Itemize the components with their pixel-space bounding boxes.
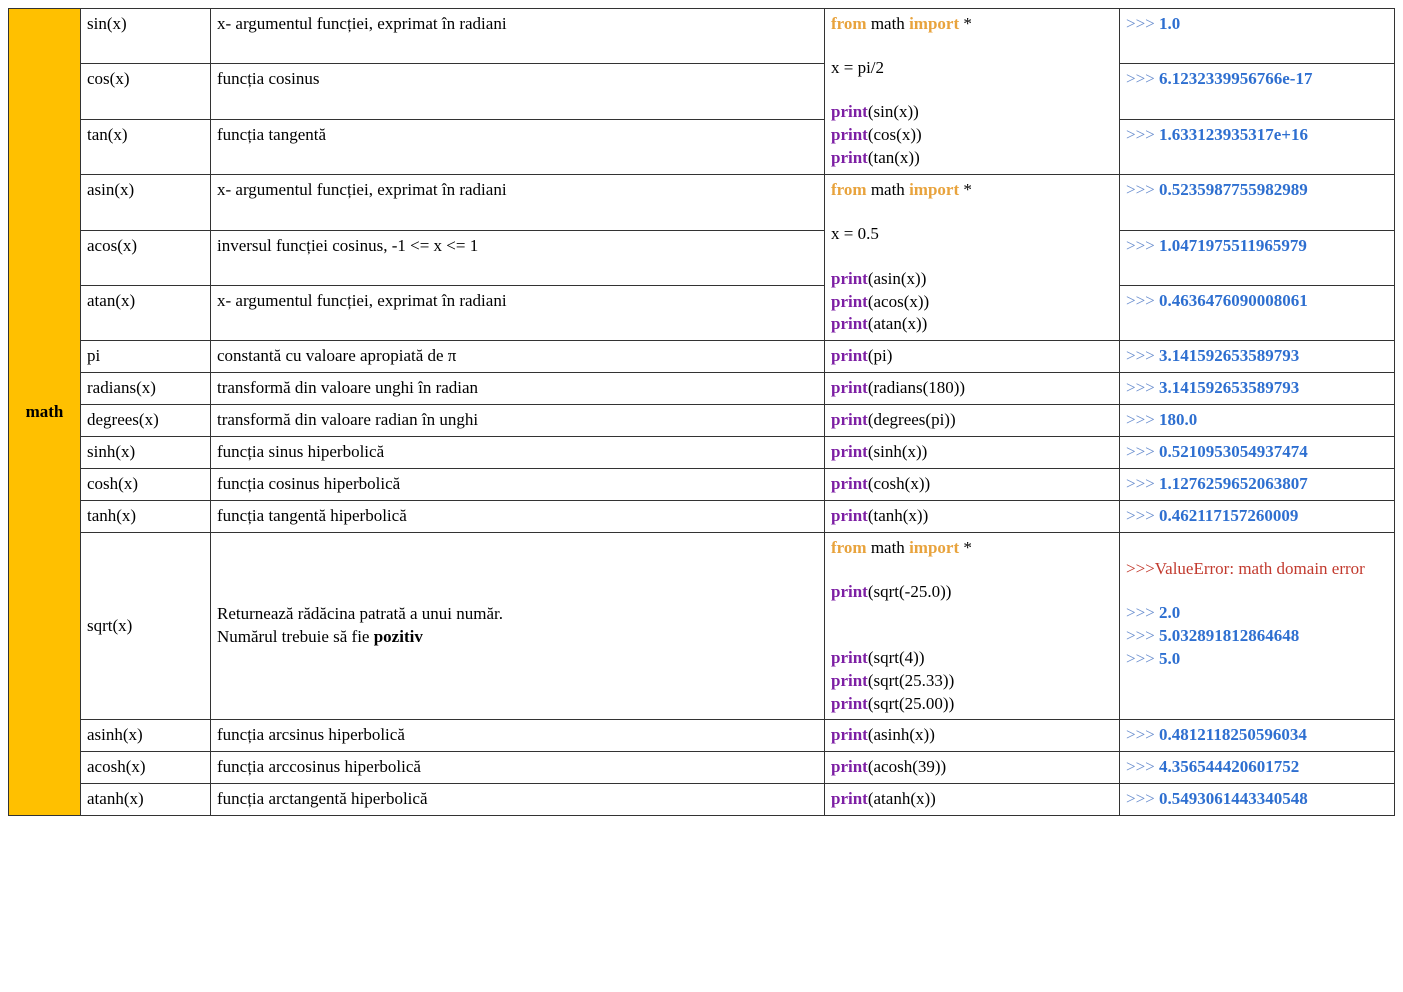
func-name: sinh(x)	[81, 437, 211, 469]
func-desc: funcția cosinus hiperbolică	[211, 469, 825, 501]
output-cell: >>> 0.5493061443340548	[1120, 784, 1395, 816]
func-desc: x- argumentul funcției, exprimat în radi…	[211, 175, 825, 230]
output-cell: >>> 0.4812118250596034	[1120, 720, 1395, 752]
table-row: atanh(x) funcția arctangentă hiperbolică…	[9, 784, 1395, 816]
code-block: print(asinh(x))	[825, 720, 1120, 752]
func-desc: funcția tangentă	[211, 119, 825, 174]
func-name: radians(x)	[81, 373, 211, 405]
table-row: asinh(x) funcția arcsinus hiperbolică pr…	[9, 720, 1395, 752]
code-block: from math import * print(sqrt(-25.0)) pr…	[825, 533, 1120, 720]
func-desc: funcția cosinus	[211, 64, 825, 119]
func-name: cosh(x)	[81, 469, 211, 501]
func-name: tanh(x)	[81, 501, 211, 533]
output-cell: >>> 1.0471975511965979	[1120, 230, 1395, 285]
func-desc: x- argumentul funcției, exprimat în radi…	[211, 9, 825, 64]
func-name: degrees(x)	[81, 405, 211, 437]
func-name: acos(x)	[81, 230, 211, 285]
table-row: acosh(x) funcția arccosinus hiperbolică …	[9, 752, 1395, 784]
table-row: pi constantă cu valoare apropiată de π p…	[9, 341, 1395, 373]
func-desc: Returnează rădăcina patrată a unui număr…	[211, 533, 825, 720]
func-name: tan(x)	[81, 119, 211, 174]
table-row: sinh(x) funcția sinus hiperbolică print(…	[9, 437, 1395, 469]
func-name: atan(x)	[81, 285, 211, 340]
code-block: print(radians(180))	[825, 373, 1120, 405]
output-cell: >>> 3.141592653589793	[1120, 373, 1395, 405]
code-block: print(cosh(x))	[825, 469, 1120, 501]
output-cell: >>> 1.1276259652063807	[1120, 469, 1395, 501]
table-row: cosh(x) funcția cosinus hiperbolică prin…	[9, 469, 1395, 501]
output-cell: >>> 0.5210953054937474	[1120, 437, 1395, 469]
table-row: math sin(x) x- argumentul funcției, expr…	[9, 9, 1395, 64]
func-desc: funcția sinus hiperbolică	[211, 437, 825, 469]
func-desc: funcția tangentă hiperbolică	[211, 501, 825, 533]
code-block: print(degrees(pi))	[825, 405, 1120, 437]
code-block: print(tanh(x))	[825, 501, 1120, 533]
module-label: math	[9, 9, 81, 816]
output-cell: >>> 0.462117157260009	[1120, 501, 1395, 533]
table-row: atan(x) x- argumentul funcției, exprimat…	[9, 285, 1395, 340]
func-desc: funcția arccosinus hiperbolică	[211, 752, 825, 784]
code-block: print(sinh(x))	[825, 437, 1120, 469]
math-functions-table: math sin(x) x- argumentul funcției, expr…	[8, 8, 1395, 816]
output-cell: >>> 1.633123935317e+16	[1120, 119, 1395, 174]
code-block: print(atanh(x))	[825, 784, 1120, 816]
func-name: sin(x)	[81, 9, 211, 64]
func-name: atanh(x)	[81, 784, 211, 816]
table-row: cos(x) funcția cosinus >>> 6.12323399567…	[9, 64, 1395, 119]
func-name: cos(x)	[81, 64, 211, 119]
func-desc: transformă din valoare unghi în radian	[211, 373, 825, 405]
table-row: tanh(x) funcția tangentă hiperbolică pri…	[9, 501, 1395, 533]
func-desc: inversul funcției cosinus, -1 <= x <= 1	[211, 230, 825, 285]
func-name: sqrt(x)	[81, 533, 211, 720]
code-block: print(acosh(39))	[825, 752, 1120, 784]
output-cell: >>>ValueError: math domain error >>> 2.0…	[1120, 533, 1395, 720]
table-row: degrees(x) transformă din valoare radian…	[9, 405, 1395, 437]
output-cell: >>> 0.5235987755982989	[1120, 175, 1395, 230]
table-row: tan(x) funcția tangentă >>> 1.6331239353…	[9, 119, 1395, 174]
code-block: print(pi)	[825, 341, 1120, 373]
func-name: pi	[81, 341, 211, 373]
output-cell: >>> 180.0	[1120, 405, 1395, 437]
table-row: radians(x) transformă din valoare unghi …	[9, 373, 1395, 405]
output-cell: >>> 1.0	[1120, 9, 1395, 64]
output-cell: >>> 0.4636476090008061	[1120, 285, 1395, 340]
table-row: sqrt(x) Returnează rădăcina patrată a un…	[9, 533, 1395, 720]
func-name: acosh(x)	[81, 752, 211, 784]
func-name: asin(x)	[81, 175, 211, 230]
output-cell: >>> 4.356544420601752	[1120, 752, 1395, 784]
output-cell: >>> 6.1232339956766e-17	[1120, 64, 1395, 119]
table-row: asin(x) x- argumentul funcției, exprimat…	[9, 175, 1395, 230]
func-desc: funcția arcsinus hiperbolică	[211, 720, 825, 752]
table-row: acos(x) inversul funcției cosinus, -1 <=…	[9, 230, 1395, 285]
output-cell: >>> 3.141592653589793	[1120, 341, 1395, 373]
func-desc: constantă cu valoare apropiată de π	[211, 341, 825, 373]
func-desc: x- argumentul funcției, exprimat în radi…	[211, 285, 825, 340]
func-name: asinh(x)	[81, 720, 211, 752]
func-desc: transformă din valoare radian în unghi	[211, 405, 825, 437]
code-block: from math import * x = 0.5 print(asin(x)…	[825, 175, 1120, 341]
func-desc: funcția arctangentă hiperbolică	[211, 784, 825, 816]
code-block: from math import * x = pi/2 print(sin(x)…	[825, 9, 1120, 175]
